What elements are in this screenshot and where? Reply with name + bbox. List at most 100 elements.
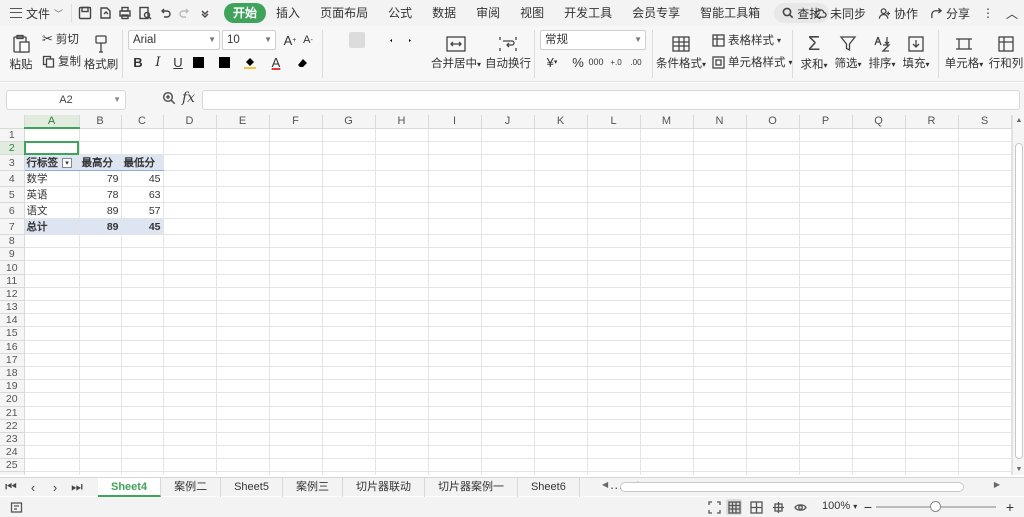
- cell-s3[interactable]: [958, 154, 1012, 172]
- cell-c2[interactable]: [121, 141, 164, 156]
- insert-function-button[interactable]: fx: [182, 90, 195, 106]
- row-header-1[interactable]: 1: [0, 128, 25, 142]
- cell-s4[interactable]: [958, 170, 1012, 188]
- cell-n17[interactable]: [693, 353, 747, 367]
- cell-r22[interactable]: [905, 419, 959, 433]
- cell-b25[interactable]: [79, 458, 122, 473]
- cell-e2[interactable]: [216, 141, 270, 156]
- cell-l11[interactable]: [587, 274, 641, 288]
- row-header-4[interactable]: 4: [0, 170, 25, 188]
- cell-b15[interactable]: [79, 326, 122, 341]
- cell-m3[interactable]: [640, 154, 694, 172]
- cell-h16[interactable]: [375, 340, 429, 354]
- cell-a5[interactable]: 英语: [24, 186, 80, 204]
- cell-n20[interactable]: [693, 392, 747, 407]
- cell-l22[interactable]: [587, 419, 641, 433]
- cell-b1[interactable]: [79, 128, 122, 142]
- decrease-font-size-icon[interactable]: A-: [300, 32, 316, 48]
- cell-h25[interactable]: [375, 458, 429, 473]
- cell-k4[interactable]: [534, 170, 588, 188]
- cell-k14[interactable]: [534, 313, 588, 328]
- cell-d18[interactable]: [163, 366, 217, 381]
- cell-e25[interactable]: [216, 458, 270, 473]
- cell-a1[interactable]: [24, 128, 80, 142]
- cell-m12[interactable]: [640, 287, 694, 302]
- cell-g17[interactable]: [322, 353, 376, 367]
- cell-m24[interactable]: [640, 445, 694, 460]
- cell-d5[interactable]: [163, 186, 217, 204]
- cell-o9[interactable]: [746, 247, 800, 262]
- align-left-icon[interactable]: [330, 54, 346, 70]
- cell-f24[interactable]: [269, 445, 323, 460]
- cell-o10[interactable]: [746, 260, 800, 275]
- cell-p26[interactable]: [799, 471, 853, 475]
- cell-n8[interactable]: [693, 234, 747, 249]
- cell-g20[interactable]: [322, 392, 376, 407]
- cell-n13[interactable]: [693, 300, 747, 315]
- cell-r15[interactable]: [905, 326, 959, 341]
- cell-f23[interactable]: [269, 432, 323, 447]
- cell-h4[interactable]: [375, 170, 429, 188]
- row-header-23[interactable]: 23: [0, 432, 25, 447]
- cell-o12[interactable]: [746, 287, 800, 302]
- cell-e22[interactable]: [216, 419, 270, 433]
- horizontal-scrollbar[interactable]: ◀ ▶: [600, 480, 1002, 494]
- cell-b2[interactable]: [79, 141, 122, 156]
- cell-s8[interactable]: [958, 234, 1012, 249]
- cell-p3[interactable]: [799, 154, 853, 172]
- cell-p25[interactable]: [799, 458, 853, 473]
- justify-icon[interactable]: [387, 54, 403, 70]
- cell-f25[interactable]: [269, 458, 323, 473]
- cell-q5[interactable]: [852, 186, 906, 204]
- cell-e20[interactable]: [216, 392, 270, 407]
- cell-l3[interactable]: [587, 154, 641, 172]
- cell-l20[interactable]: [587, 392, 641, 407]
- cell-a24[interactable]: [24, 445, 80, 460]
- cell-d11[interactable]: [163, 274, 217, 288]
- cell-j11[interactable]: [481, 274, 535, 288]
- cell-n3[interactable]: [693, 154, 747, 172]
- cell-g2[interactable]: [322, 141, 376, 156]
- cell-e11[interactable]: [216, 274, 270, 288]
- tab-view[interactable]: 视图: [510, 3, 554, 23]
- collaborate-button[interactable]: 协作: [878, 5, 918, 22]
- cell-q6[interactable]: [852, 202, 906, 220]
- print-icon[interactable]: [116, 4, 134, 22]
- cell-n9[interactable]: [693, 247, 747, 262]
- cell-f2[interactable]: [269, 141, 323, 156]
- page-break-view-icon[interactable]: [770, 499, 786, 515]
- cell-n12[interactable]: [693, 287, 747, 302]
- cell-a8[interactable]: [24, 234, 80, 249]
- cell-n4[interactable]: [693, 170, 747, 188]
- cell-m26[interactable]: [640, 471, 694, 475]
- name-box[interactable]: A2 ▼: [6, 90, 126, 110]
- cell-m5[interactable]: [640, 186, 694, 204]
- row-header-3[interactable]: 3: [0, 154, 25, 172]
- cell-b24[interactable]: [79, 445, 122, 460]
- cell-o24[interactable]: [746, 445, 800, 460]
- cell-c16[interactable]: [121, 340, 164, 354]
- cell-d23[interactable]: [163, 432, 217, 447]
- cell-r10[interactable]: [905, 260, 959, 275]
- cell-d24[interactable]: [163, 445, 217, 460]
- cell-h24[interactable]: [375, 445, 429, 460]
- cell-l6[interactable]: [587, 202, 641, 220]
- cell-p18[interactable]: [799, 366, 853, 381]
- share-button[interactable]: 分享: [930, 5, 970, 22]
- cell-o14[interactable]: [746, 313, 800, 328]
- column-header-i[interactable]: I: [428, 115, 482, 129]
- column-header-f[interactable]: F: [269, 115, 323, 129]
- cell-c15[interactable]: [121, 326, 164, 341]
- cell-l12[interactable]: [587, 287, 641, 302]
- cell-d14[interactable]: [163, 313, 217, 328]
- cell-d3[interactable]: [163, 154, 217, 172]
- cell-k15[interactable]: [534, 326, 588, 341]
- cell-g23[interactable]: [322, 432, 376, 447]
- row-header-19[interactable]: 19: [0, 379, 25, 394]
- tab-home[interactable]: 开始: [224, 3, 267, 23]
- cell-i1[interactable]: [428, 128, 482, 142]
- redo-icon[interactable]: [176, 4, 194, 22]
- sync-status-button[interactable]: 未同步: [814, 5, 866, 22]
- merge-style-icon[interactable]: [216, 54, 232, 70]
- cell-q14[interactable]: [852, 313, 906, 328]
